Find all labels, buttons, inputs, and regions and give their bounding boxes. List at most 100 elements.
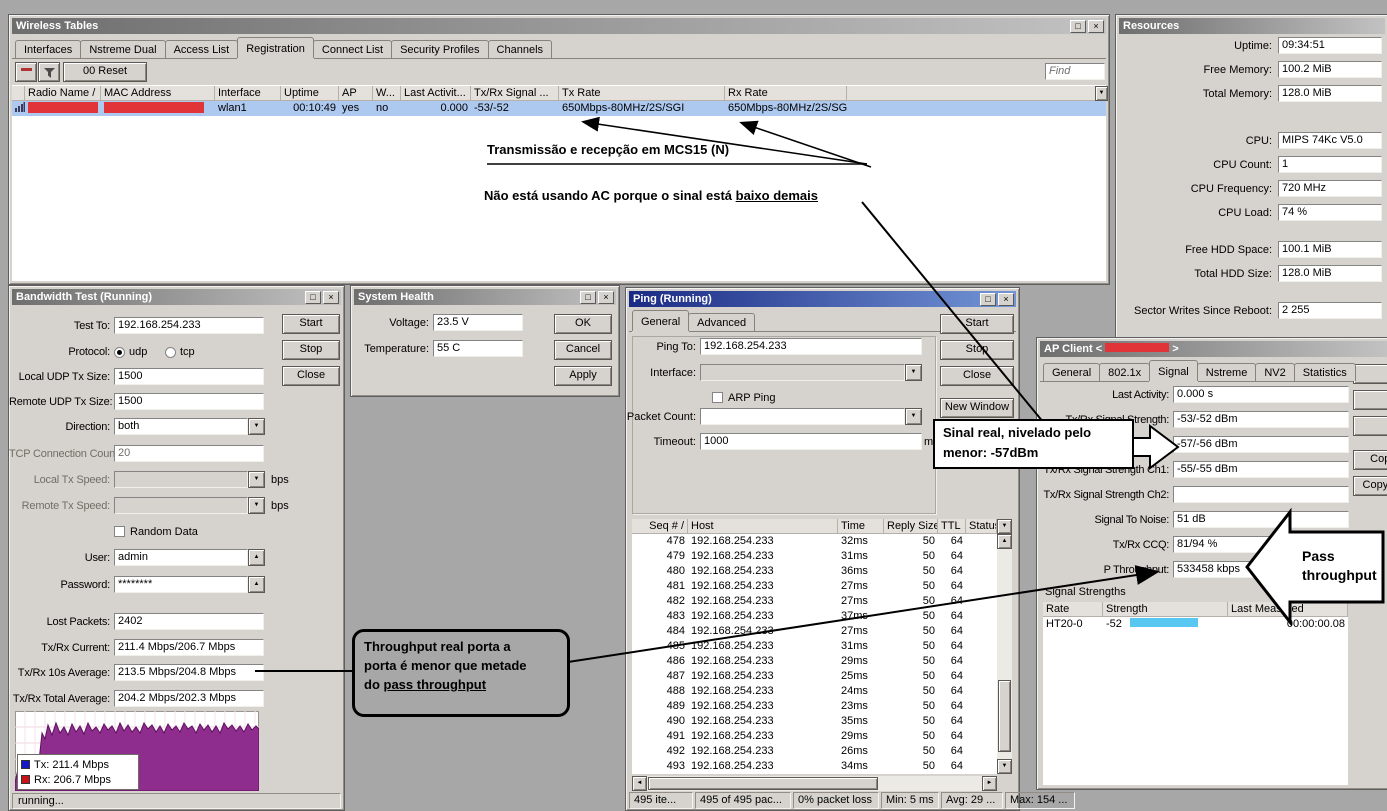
ping-row[interactable]: 488 192.168.254.233 24ms 50 64: [632, 684, 997, 699]
tab-8021x[interactable]: 802.1x: [1099, 363, 1151, 381]
maximize-button[interactable]: □: [980, 292, 996, 306]
close-button[interactable]: ×: [1088, 19, 1104, 33]
bandwidth-test-titlebar[interactable]: Bandwidth Test (Running) □ ×: [12, 289, 341, 305]
column-header[interactable]: Interface: [215, 86, 281, 101]
column-last-measured[interactable]: Last Measured: [1228, 602, 1348, 617]
column-header[interactable]: Tx Rate: [559, 86, 725, 101]
packet-count-input[interactable]: [700, 408, 905, 425]
tab-general[interactable]: General: [632, 310, 690, 331]
column-header[interactable]: Time: [838, 519, 884, 534]
maximize-button[interactable]: □: [580, 290, 596, 304]
user-input[interactable]: admin: [114, 549, 248, 566]
remote-udp-input[interactable]: 1500: [114, 393, 264, 410]
tab-security-profiles[interactable]: Security Profiles: [391, 40, 489, 58]
ping-row[interactable]: 486 192.168.254.233 29ms 50 64: [632, 654, 997, 669]
remote-tx-speed-input[interactable]: [114, 497, 248, 514]
system-health-titlebar[interactable]: System Health □ ×: [354, 289, 616, 305]
maximize-button[interactable]: □: [1070, 19, 1086, 33]
ping-row[interactable]: 478 192.168.254.233 32ms 50 64: [632, 534, 997, 549]
tcp-conn-input[interactable]: 20: [114, 445, 264, 462]
column-header[interactable]: Tx/Rx Signal ...: [471, 86, 559, 101]
direction-dropdown-button[interactable]: ▼: [248, 418, 265, 435]
close-button[interactable]: ×: [323, 290, 339, 304]
local-udp-input[interactable]: 1500: [114, 368, 264, 385]
ping-row[interactable]: 484 192.168.254.233 27ms 50 64: [632, 624, 997, 639]
tab-nv2[interactable]: NV2: [1255, 363, 1295, 381]
column-select-button[interactable]: ▼: [1095, 86, 1108, 101]
column-rate[interactable]: Rate: [1043, 602, 1103, 617]
scroll-right-button[interactable]: ►: [982, 776, 997, 791]
start-button[interactable]: Start: [940, 314, 1014, 334]
ping-row[interactable]: 487 192.168.254.233 25ms 50 64: [632, 669, 997, 684]
interface-dropdown-button[interactable]: ▼: [905, 364, 922, 381]
stop-button[interactable]: Stop: [282, 340, 340, 360]
vertical-scrollbar-thumb[interactable]: [998, 680, 1011, 752]
ap-client-titlebar[interactable]: AP Client < >: [1040, 341, 1387, 357]
column-header[interactable]: Uptime: [281, 86, 339, 101]
column-select-button[interactable]: ▼: [997, 519, 1012, 534]
tab-nstreme-dual[interactable]: Nstreme Dual: [80, 40, 166, 58]
ping-row[interactable]: 481 192.168.254.233 27ms 50 64: [632, 579, 997, 594]
start-button[interactable]: Start: [282, 314, 340, 334]
ping-row[interactable]: 489 192.168.254.233 23ms 50 64: [632, 699, 997, 714]
tab-signal[interactable]: Signal: [1149, 360, 1198, 381]
side-button[interactable]: [1353, 364, 1387, 384]
column-header[interactable]: W...: [373, 86, 401, 101]
user-expand-button[interactable]: ▲: [248, 549, 265, 566]
cancel-button[interactable]: Cancel: [554, 340, 612, 360]
resources-titlebar[interactable]: Resources: [1119, 18, 1385, 34]
radio-udp[interactable]: [114, 347, 125, 358]
tab-channels[interactable]: Channels: [487, 40, 553, 58]
ping-row[interactable]: 485 192.168.254.233 31ms 50 64: [632, 639, 997, 654]
ping-row[interactable]: 490 192.168.254.233 35ms 50 64: [632, 714, 997, 729]
wireless-tables-titlebar[interactable]: Wireless Tables □ ×: [12, 18, 1106, 34]
local-tx-speed-dropdown[interactable]: ▼: [248, 471, 265, 488]
tab-interfaces[interactable]: Interfaces: [15, 40, 82, 58]
packet-count-dropdown[interactable]: ▼: [905, 408, 922, 425]
maximize-button[interactable]: □: [305, 290, 321, 304]
side-button[interactable]: [1353, 390, 1387, 410]
registration-row[interactable]: wlan1 00:10:49 yes no 0.000 -53/-52 650M…: [12, 101, 1106, 116]
ping-row[interactable]: 482 192.168.254.233 27ms 50 64: [632, 594, 997, 609]
column-header[interactable]: Last Activit...: [401, 86, 471, 101]
scroll-left-button[interactable]: ◄: [632, 776, 647, 791]
timeout-input[interactable]: 1000: [700, 433, 922, 450]
password-expand-button[interactable]: ▲: [248, 576, 265, 593]
direction-select[interactable]: both: [114, 418, 248, 435]
scroll-up-button[interactable]: ▲: [997, 534, 1012, 549]
interface-select[interactable]: [700, 364, 905, 381]
column-header[interactable]: AP: [339, 86, 373, 101]
random-data-checkbox[interactable]: [114, 526, 125, 537]
column-header[interactable]: Rx Rate: [725, 86, 847, 101]
close-button[interactable]: Close: [940, 366, 1014, 386]
tab-nstreme[interactable]: Nstreme: [1196, 363, 1257, 381]
reset-button[interactable]: 00 Reset: [63, 62, 147, 82]
ok-button[interactable]: OK: [554, 314, 612, 334]
column-header[interactable]: MAC Address: [101, 86, 215, 101]
column-header[interactable]: Host: [688, 519, 838, 534]
tab-connect-list[interactable]: Connect List: [312, 40, 393, 58]
test-to-input[interactable]: 192.168.254.233: [114, 317, 264, 334]
ping-to-input[interactable]: 192.168.254.233: [700, 338, 922, 355]
find-input[interactable]: Find: [1045, 63, 1105, 80]
side-button[interactable]: Copy t...: [1353, 476, 1387, 496]
ping-row[interactable]: 492 192.168.254.233 26ms 50 64: [632, 744, 997, 759]
column-header[interactable]: Status: [966, 519, 997, 534]
tab-advanced[interactable]: Advanced: [688, 313, 756, 331]
ping-row[interactable]: 480 192.168.254.233 36ms 50 64: [632, 564, 997, 579]
close-button[interactable]: ×: [998, 292, 1014, 306]
new-window-button[interactable]: New Window: [940, 398, 1014, 418]
column-header[interactable]: TTL: [938, 519, 966, 534]
close-button[interactable]: ×: [598, 290, 614, 304]
radio-tcp[interactable]: [165, 347, 176, 358]
icon-column-header[interactable]: [12, 86, 25, 101]
ping-row[interactable]: 483 192.168.254.233 37ms 50 64: [632, 609, 997, 624]
column-header[interactable]: Reply Size: [884, 519, 938, 534]
tab-general[interactable]: General: [1043, 363, 1101, 381]
remote-tx-speed-dropdown[interactable]: ▼: [248, 497, 265, 514]
filter-button[interactable]: [38, 62, 60, 82]
password-input[interactable]: ********: [114, 576, 248, 593]
ping-row[interactable]: 479 192.168.254.233 31ms 50 64: [632, 549, 997, 564]
horizontal-scrollbar-thumb[interactable]: [648, 777, 878, 790]
stop-button[interactable]: Stop: [940, 340, 1014, 360]
